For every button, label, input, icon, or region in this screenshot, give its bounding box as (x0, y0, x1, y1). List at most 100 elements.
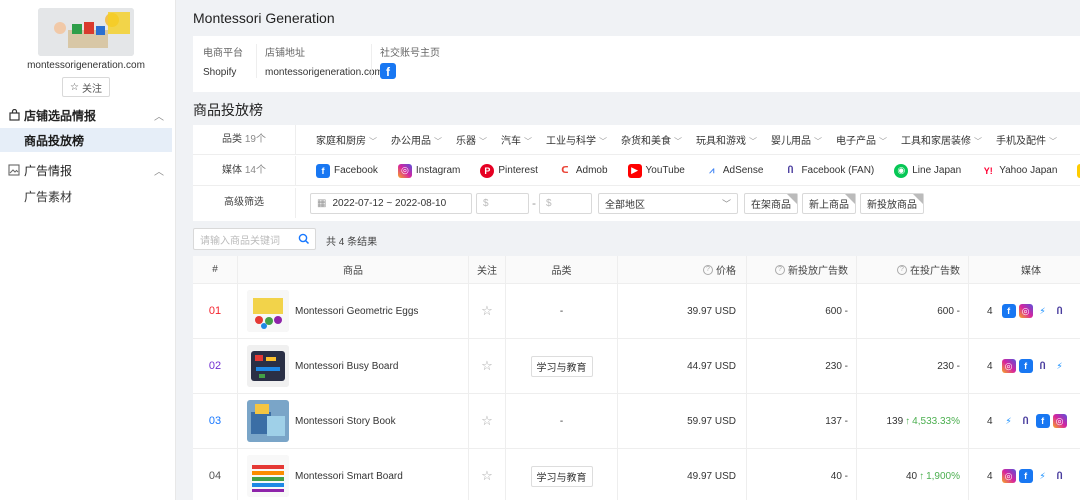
sidebar-item-ad-creatives[interactable]: 广告素材 (0, 184, 172, 208)
category-filter-label: 品类 19个 (193, 124, 296, 155)
filter-panel: 品类 19个 家庭和厨房 ﹀ 办公用品 ﹀ 乐器 ﹀ 汽车 ﹀ 工业与科学 ﹀ 杂货和美食 ﹀ 玩具和游… (193, 124, 1080, 221)
platform-label: 电商平台 (203, 48, 243, 59)
sidebar-item-product-ranking[interactable]: 商品投放榜 (0, 128, 172, 152)
new-ads-value: 137 - (825, 415, 848, 427)
toggle-on-shelf[interactable]: 在架商品 (744, 192, 798, 214)
category-filter-item[interactable]: 手机及配件 ﹀ (996, 132, 1057, 147)
category-filter-item[interactable]: 工业与科学 ﹀ (546, 132, 607, 147)
line-icon: ◉ (894, 163, 909, 178)
col-product: 商品 (238, 256, 469, 283)
row-index: 04 (208, 470, 222, 482)
star-icon[interactable]: ☆ (481, 468, 493, 484)
sidebar-group-ad-intel[interactable]: 广告情报 ︿ (0, 158, 176, 182)
chevron-down-icon: ﹀ (434, 137, 442, 146)
messenger-icon: ⚡ (1039, 470, 1046, 481)
star-icon[interactable]: ☆ (481, 303, 493, 319)
star-icon[interactable]: ☆ (481, 413, 493, 429)
product-thumbnail[interactable] (247, 345, 289, 387)
chevron-up-icon[interactable]: ︿ (154, 108, 164, 123)
search-icon[interactable] (298, 233, 310, 248)
category-filter-item[interactable]: 家庭和厨房 ﹀ (316, 132, 377, 147)
category-filter-item[interactable]: 汽车 ﹀ (501, 132, 532, 147)
product-thumbnail[interactable] (247, 290, 289, 332)
category-filter-item[interactable]: 电子产品 ﹀ (836, 132, 887, 147)
category-filter-item[interactable]: 办公用品 ﹀ (391, 132, 442, 147)
col-active-ads[interactable]: ? 在投广告数 (857, 256, 969, 283)
toggle-new-product[interactable]: 新上商品 (802, 192, 856, 214)
follow-shop-button[interactable]: ☆ 关注 (62, 77, 110, 97)
media-filter-label: Yahoo Japan (999, 165, 1058, 176)
media-filter-item[interactable]: Y! Yahoo Japan (981, 164, 1058, 178)
product-name[interactable]: Montessori Geometric Eggs (295, 306, 418, 317)
active-ads-growth: 4,533.33% (912, 415, 960, 427)
address-label: 店铺地址 (265, 48, 305, 59)
category-filter-item[interactable]: 杂货和美食 ﹀ (621, 132, 682, 147)
col-follow: 关注 (469, 256, 506, 283)
media-filter-item[interactable]: ◉ Line Japan (894, 163, 962, 178)
pinterest-icon: P (480, 163, 495, 178)
price-value: 49.97 USD (687, 470, 736, 482)
category-filter-item[interactable]: 玩具和游戏 ﹀ (696, 132, 757, 147)
sidebar: montessorigeneration.com ☆ 关注 店铺选品情报 ︿ 商… (0, 0, 176, 500)
page-title: Montessori Generation (193, 10, 335, 26)
product-name[interactable]: Montessori Story Book (295, 416, 396, 427)
instagram-icon: ◎ (1052, 414, 1067, 428)
media-filter-label: Line Japan (912, 165, 962, 176)
media-filter-label: Pinterest (498, 165, 538, 176)
new-ads-value: 600 - (825, 305, 848, 317)
follow-label: 关注 (81, 83, 102, 95)
product-thumbnail[interactable] (247, 455, 289, 497)
date-range-picker[interactable]: ▦ 2022-07-12 ~ 2022-08-10 (310, 192, 472, 214)
col-price[interactable]: ? 价格 (618, 256, 747, 283)
toggle-new-ads[interactable]: 新投放商品 (860, 192, 924, 214)
facebook-icon[interactable]: f (380, 63, 396, 79)
price-min-input[interactable]: $ (476, 192, 529, 214)
media-filter-item[interactable]: Ⴖ Facebook (FAN) (783, 164, 875, 178)
chevron-down-icon: ﹀ (879, 137, 887, 146)
table-row[interactable]: 04 Montessori Smart Board ☆ 学习与教育 49.97 USD 4… (193, 449, 1080, 500)
table-row[interactable]: 03 Montessori Story Book ☆ - 59.97 USD 137 - 1… (193, 394, 1080, 449)
category-value: - (559, 305, 564, 317)
help-icon[interactable]: ? (775, 264, 785, 275)
active-ads-value: 230 - (937, 360, 960, 372)
star-icon[interactable]: ☆ (481, 358, 493, 374)
table-row[interactable]: 02 Montessori Busy Board ☆ 学习与教育 44.97 USD 23… (193, 339, 1080, 394)
help-icon[interactable]: ? (703, 264, 713, 275)
image-icon (8, 164, 20, 176)
price-separator: - (532, 196, 536, 210)
category-tag: 学习与教育 (530, 355, 593, 377)
product-thumbnail[interactable] (247, 400, 289, 442)
sidebar-item-label: 商品投放榜 (24, 133, 85, 148)
media-filter-item[interactable]: ▶ YouTube (627, 163, 685, 178)
category-tag: 学习与教育 (530, 465, 593, 487)
corner-triangle-icon (787, 193, 797, 204)
chevron-up-icon[interactable]: ︿ (154, 163, 164, 178)
row-index: 02 (208, 360, 222, 372)
col-new-ads[interactable]: ? 新投放广告数 (747, 256, 857, 283)
price-max-input[interactable]: $ (539, 192, 592, 214)
media-filter-item[interactable]: f Facebook (316, 163, 378, 178)
category-filter-item[interactable]: 乐器 ﹀ (456, 132, 487, 147)
corner-triangle-icon (845, 193, 855, 204)
platform-info: 电商平台 Shopify (203, 44, 243, 78)
address-value[interactable]: montessorigeneration.com (265, 67, 383, 78)
messenger-icon: ⚡ (1005, 415, 1012, 426)
region-select[interactable]: 全部地区 ﹀ (598, 192, 738, 214)
category-filter-item[interactable]: 工具和家居装修 ﹀ (901, 132, 982, 147)
product-name[interactable]: Montessori Smart Board (295, 471, 403, 482)
media-filter-item[interactable]: P Pinterest (480, 163, 538, 178)
table-body: 01 Montessori Geometric Eggs ☆ - 39.97 USD 60… (193, 284, 1080, 500)
product-search-input[interactable]: 请输入商品关键词 (193, 228, 316, 250)
product-name[interactable]: Montessori Busy Board (295, 361, 398, 372)
youtube-icon: ▶ (627, 163, 642, 178)
media-count: 4 (987, 305, 993, 317)
media-filter-item[interactable]: ᑕ Admob (558, 164, 607, 178)
media-count: 4 (987, 470, 993, 482)
help-icon[interactable]: ? (897, 264, 907, 275)
table-row[interactable]: 01 Montessori Geometric Eggs ☆ - 39.97 USD 60… (193, 284, 1080, 339)
sidebar-group-shop-intel[interactable]: 店铺选品情报 ︿ (0, 103, 176, 127)
facebook-icon: f (1018, 469, 1033, 483)
media-filter-item[interactable]: ⩘ AdSense (705, 164, 763, 178)
media-filter-item[interactable]: ◎ Instagram (397, 163, 460, 178)
category-filter-item[interactable]: 婴儿用品 ﹀ (771, 132, 822, 147)
